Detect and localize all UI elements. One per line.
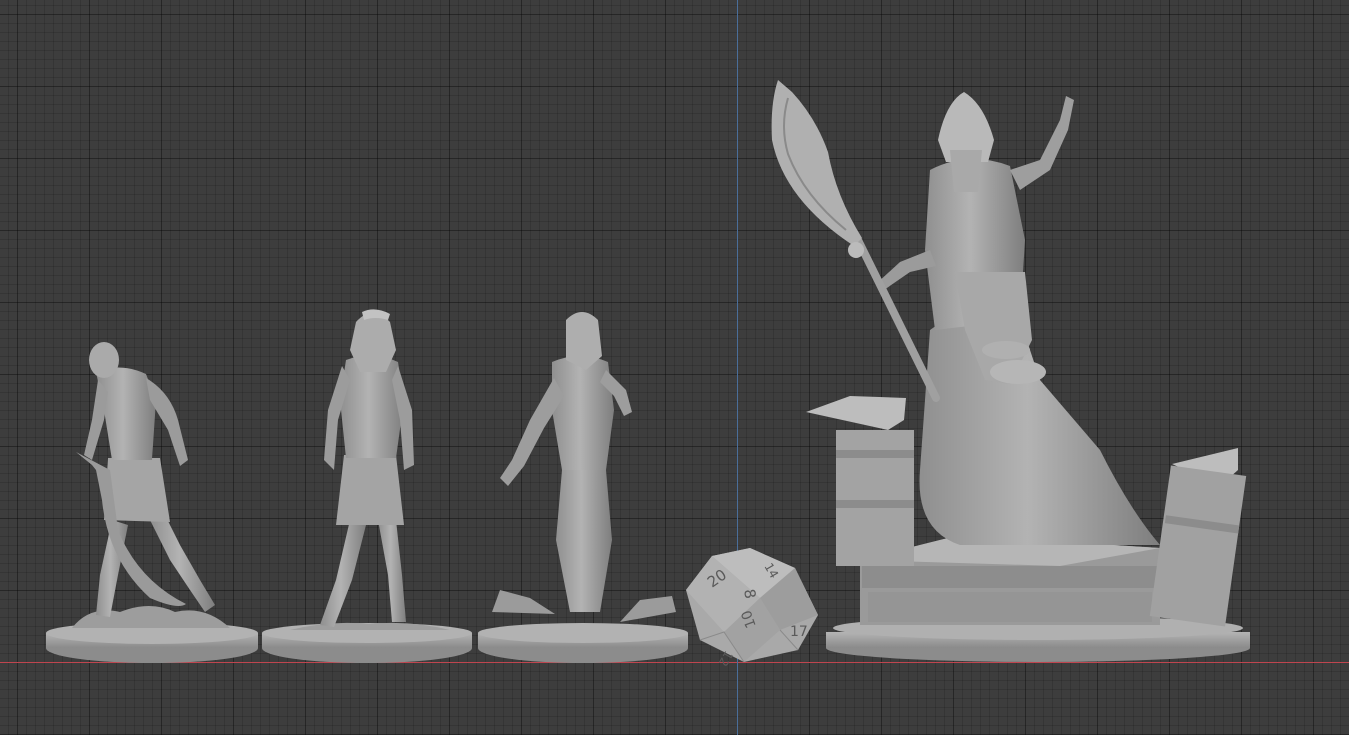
robed-mummy-figure[interactable] xyxy=(478,312,688,663)
3d-viewport[interactable]: 20 8 14 17 12 10 xyxy=(0,0,1349,735)
mummy-warrior-figure[interactable] xyxy=(46,342,258,663)
scene-objects: 20 8 14 17 12 10 xyxy=(46,80,1250,669)
mummy-priest-figure[interactable] xyxy=(771,80,1250,662)
die-face-17: 17 xyxy=(790,624,808,640)
d20-die[interactable]: 20 8 14 17 12 10 xyxy=(686,548,818,669)
mummy-headscarf-figure[interactable] xyxy=(262,309,472,663)
